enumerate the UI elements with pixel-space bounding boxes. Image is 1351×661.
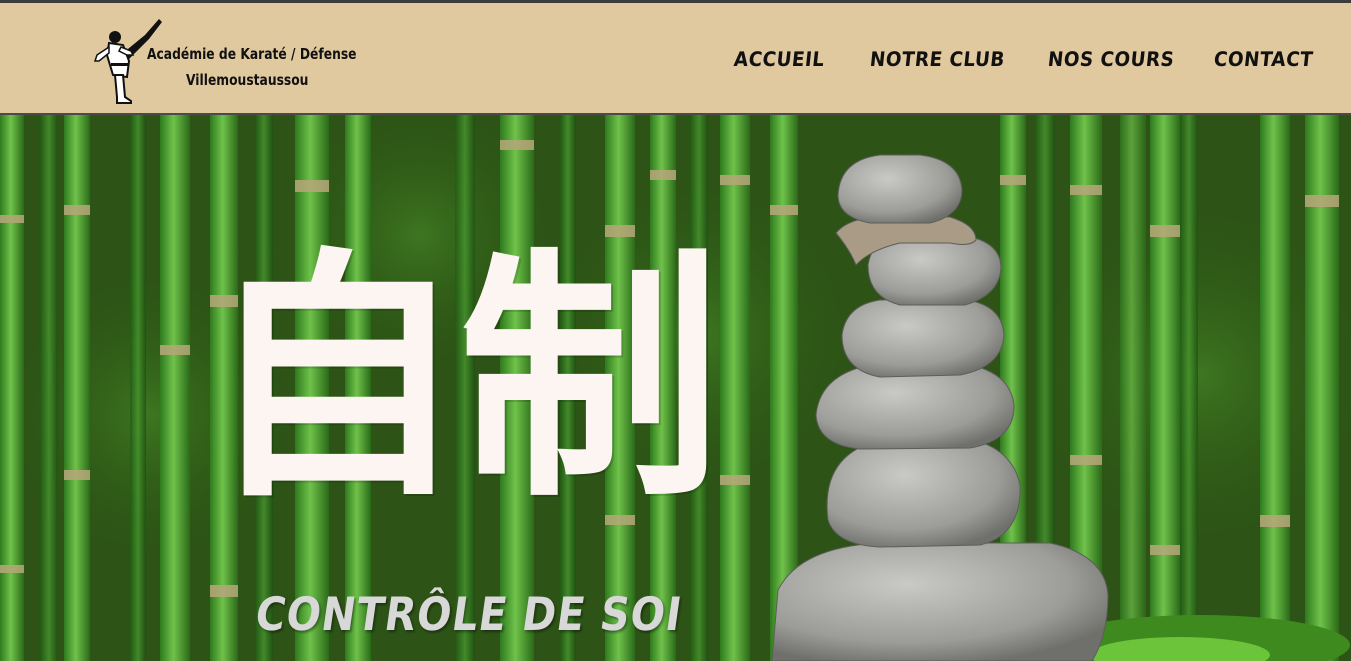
hero-subtitle: CONTRÔLE DE SOI — [252, 587, 686, 641]
nav-item-notre-club[interactable]: NOTRE CLUB — [869, 47, 1006, 71]
hero-kanji: 自制 — [205, 224, 721, 532]
nav-item-accueil[interactable]: ACCUEIL — [733, 47, 826, 71]
logo-subtitle: Villemoustaussou — [186, 71, 309, 89]
site-logo[interactable]: Académie de Karaté / Défense Villemousta… — [93, 15, 356, 107]
nav-item-contact[interactable]: CONTACT — [1213, 47, 1315, 71]
page: Académie de Karaté / Défense Villemousta… — [0, 0, 1351, 661]
logo-title: Académie de Karaté / Défense — [147, 45, 357, 63]
site-header: Académie de Karaté / Défense Villemousta… — [0, 0, 1351, 115]
hero-banner: 自制 CONTRÔLE DE SOI — [0, 115, 1351, 661]
nav-item-nos-cours[interactable]: NOS COURS — [1047, 47, 1176, 71]
